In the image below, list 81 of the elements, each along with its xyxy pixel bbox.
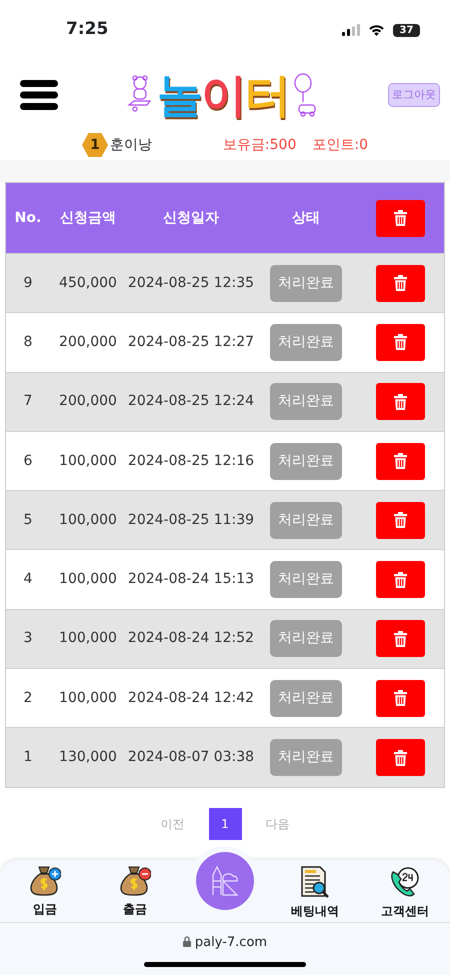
nav-button[interactable]: 입금 (29, 866, 61, 918)
trash-icon (394, 512, 406, 528)
level-badge: 1 (82, 133, 108, 157)
table-cell-text: 3 (22, 629, 34, 648)
trash-icon (394, 334, 406, 350)
table-cell-text: 2024-08-07 03:38 (126, 748, 256, 768)
delete-button[interactable] (376, 502, 424, 539)
signal-icon (342, 24, 360, 36)
lock-icon (182, 936, 191, 947)
trash-icon (394, 275, 406, 292)
table-cell-text: 4 (22, 570, 34, 590)
table-cell-text: 100,000 (58, 629, 118, 648)
table-cell-text: 2024-08-25 12:27 (126, 332, 256, 352)
battery-level: 37 (393, 24, 420, 36)
delete-button[interactable] (376, 383, 424, 420)
trash-icon (394, 210, 406, 226)
url-text: paly-7.com (194, 934, 268, 952)
page-button[interactable]: 1 (208, 808, 242, 840)
delete-button[interactable] (376, 442, 424, 480)
table-cell-text: 2024-08-25 11:39 (126, 510, 256, 530)
status-badge: 처리완료 (270, 383, 342, 420)
wifi-icon (368, 24, 385, 36)
trash-icon (394, 690, 406, 706)
table-cell-text: 130,000 (58, 748, 118, 768)
nav-button[interactable]: 베팅내역 (291, 866, 339, 920)
delete-button[interactable] (376, 264, 424, 302)
table-cell-text: 100,000 (58, 570, 118, 590)
table-cell-text: 100,000 (58, 510, 118, 530)
delete-button[interactable] (376, 739, 424, 776)
nav-button[interactable]: 고객센터 (381, 866, 429, 920)
status-badge: 처리완료 (270, 442, 342, 480)
trash-icon (394, 394, 406, 410)
table-cell-text: 8 (22, 332, 34, 352)
table-cell-text: 6 (22, 452, 34, 471)
table-cell-text: 200,000 (58, 392, 118, 412)
table-cell-text: 2024-08-24 12:52 (126, 629, 256, 648)
table-cell-text: 450,000 (58, 274, 118, 293)
status-badge: 처리완료 (270, 620, 342, 658)
column-header: 신청일자 (162, 208, 220, 228)
delete-button[interactable] (376, 680, 424, 717)
table-cell-text: 100,000 (58, 452, 118, 471)
delete-button[interactable] (376, 561, 424, 598)
status-badge: 처리완료 (270, 680, 342, 717)
table-cell-text: 9 (22, 274, 34, 293)
trash-icon (394, 572, 406, 588)
trash-icon (394, 453, 406, 470)
table-cell-text: 100,000 (58, 688, 118, 708)
nav-button[interactable]: 출금 (119, 866, 151, 918)
trash-icon (394, 750, 406, 766)
table-cell-text: 2024-08-25 12:35 (126, 274, 256, 293)
table-cell-text: 2024-08-25 12:24 (126, 392, 256, 412)
money-bag-plus-icon (29, 866, 61, 896)
table-cell-text: 2 (22, 688, 34, 708)
delete-button[interactable] (376, 200, 424, 236)
document-search-icon (300, 866, 330, 898)
table-cell-text: 200,000 (58, 332, 118, 352)
table-cell-text: 2024-08-24 12:42 (126, 688, 256, 708)
status-badge: 처리완료 (270, 502, 342, 539)
points-text: 포인트:0 (312, 136, 368, 154)
column-header: 상태 (291, 208, 321, 228)
username: 훈이낭 (110, 136, 152, 154)
playground-button[interactable] (196, 852, 254, 910)
status-badge: 처리완료 (270, 739, 342, 776)
column-header: No. (14, 208, 42, 228)
table-cell-text: 7 (22, 392, 34, 412)
balance-text: 보유금:500 (222, 136, 296, 154)
menu-icon[interactable] (20, 80, 58, 110)
table-cell-text: 5 (22, 510, 34, 530)
status-badge: 처리완료 (270, 324, 342, 361)
table-cell-text: 2024-08-24 15:13 (126, 570, 256, 590)
trash-icon (394, 630, 406, 647)
status-badge: 처리완료 (270, 264, 342, 302)
phone-24-icon (389, 866, 421, 898)
delete-button[interactable] (376, 324, 424, 361)
money-bag-minus-icon (119, 866, 151, 896)
clock-time: 7:25 (66, 18, 108, 42)
status-badge: 처리완료 (270, 561, 342, 598)
table-cell-text: 2024-08-25 12:16 (126, 452, 256, 471)
delete-button[interactable] (376, 620, 424, 658)
table-cell-text: 1 (22, 748, 34, 768)
column-header: 신청금액 (59, 208, 117, 228)
